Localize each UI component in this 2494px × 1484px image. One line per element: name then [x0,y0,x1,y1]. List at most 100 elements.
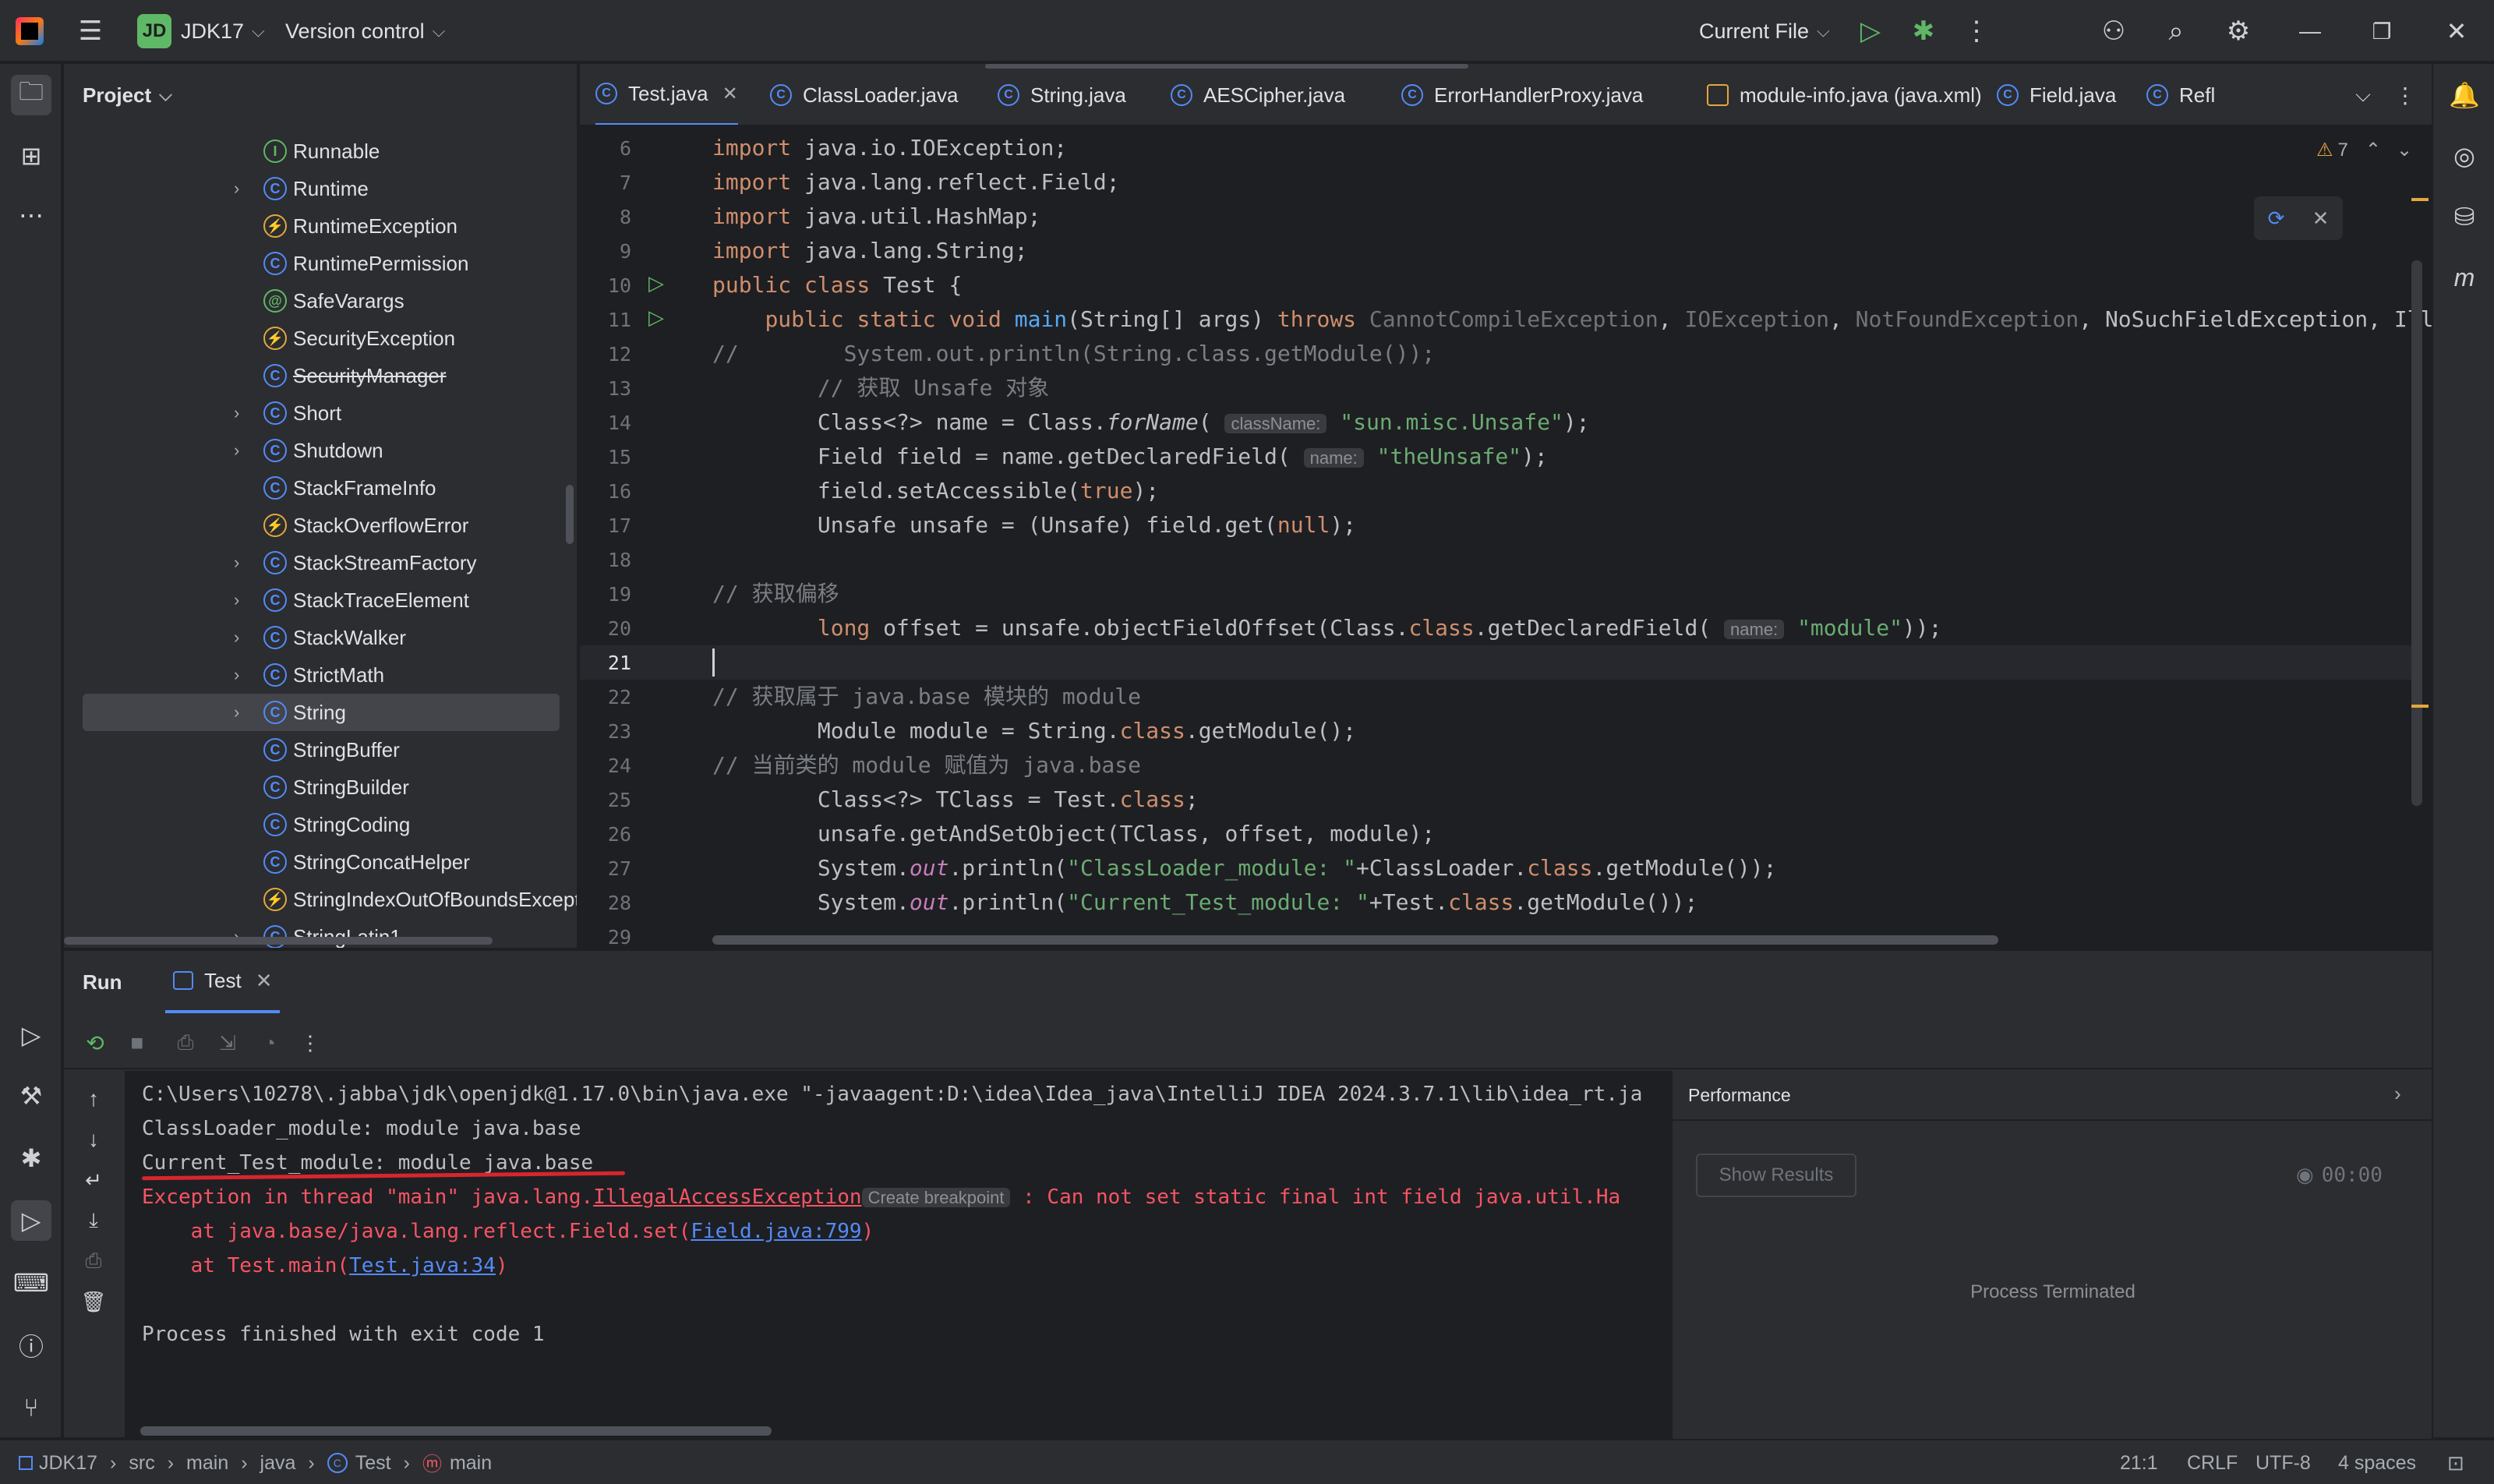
run-config-selector[interactable]: Current File ⌵ [1699,0,1830,62]
app-logo-icon[interactable] [16,0,44,62]
editor-hscrollbar[interactable] [712,935,1998,945]
breadcrumb-item[interactable]: src [129,1452,154,1475]
hamburger-menu-icon[interactable]: ☰ [70,11,111,51]
line-number[interactable]: 12 [580,343,631,366]
inspection-widget[interactable]: ⚠ 7 ⌃ ⌄ [2316,139,2412,161]
tree-item[interactable]: C StringConcatHelper [64,843,577,881]
chevron-right-icon[interactable]: › [234,553,239,573]
close-icon[interactable]: ✕ [722,83,738,105]
code-line[interactable]: unsafe.getAndSetObject(TClass, offset, m… [712,817,1435,851]
chevron-right-icon[interactable]: › [234,627,239,648]
code-line[interactable]: // 获取 Unsafe 对象 [712,371,1049,405]
problems-tool-icon[interactable]: ⓘ [11,1325,51,1366]
line-number[interactable]: 15 [580,446,631,468]
console-hscrollbar[interactable] [140,1426,772,1436]
terminal-tool-icon[interactable]: ⌨ [11,1263,51,1303]
tree-item[interactable]: ⚡ SecurityException [64,320,577,357]
editor-tab[interactable]: C Test.java ✕ [595,64,738,125]
line-number[interactable]: 18 [580,549,631,571]
indent-setting[interactable]: 4 spaces [2338,1440,2416,1484]
settings-icon[interactable]: ⚙ [2218,11,2259,51]
camera-icon[interactable]: ⎙ [165,1023,206,1063]
chevron-down-icon[interactable]: ⌵ [2343,75,2383,115]
code-line[interactable]: long offset = unsafe.objectFieldOffset(C… [712,611,1942,645]
code-line[interactable]: field.setAccessible(true); [712,474,1159,508]
gutter-run-icon[interactable]: ▷ [648,271,664,295]
chevron-right-icon[interactable]: › [234,590,239,610]
more-icon[interactable]: ⋮ [1956,11,1997,51]
editor-tab[interactable]: C Field.java [1997,64,2116,125]
chevron-right-icon[interactable]: › [234,702,239,723]
console-line[interactable]: at java.base/java.lang.reflect.Field.set… [142,1214,874,1249]
code-line[interactable]: public class Test { [712,268,962,302]
line-number[interactable]: 9 [580,240,631,263]
code-line[interactable]: import java.lang.reflect.Field; [712,165,1120,200]
tree-item[interactable]: @ SafeVarargs [64,282,577,320]
debug-icon[interactable]: ✱ [1903,11,1944,51]
editor-tab[interactable]: C ClassLoader.java [770,64,958,125]
line-number[interactable]: 22 [580,686,631,708]
warning-marker[interactable] [2411,705,2429,708]
line-number[interactable]: 26 [580,823,631,846]
chevron-right-icon[interactable]: › [234,665,239,685]
code-line[interactable]: System.out.println("Current_Test_module:… [712,885,1698,920]
console-line[interactable]: at Test.main(Test.java:34) [142,1249,508,1283]
tree-item[interactable]: C SecurityManager [64,357,577,394]
gutter-run-icon[interactable]: ▷ [648,306,664,330]
tree-scrollbar[interactable] [566,485,574,544]
ai-assistant-icon[interactable]: ◎ [2444,136,2485,176]
code-line[interactable]: import java.util.HashMap; [712,200,1040,234]
trash-icon[interactable]: 🗑 [73,1281,114,1322]
code-line[interactable]: System.out.println("ClassLoader_module: … [712,851,1777,885]
tree-item[interactable]: C StringBuffer [64,731,577,768]
chevron-up-icon[interactable]: ⌃ [2365,139,2381,161]
chevron-right-icon[interactable]: › [2394,1082,2401,1106]
breadcrumb-item[interactable]: java [260,1452,296,1475]
profiler-icon[interactable]: ◔ [249,1023,290,1063]
editor-vscrollbar[interactable] [2411,260,2422,806]
restore-icon[interactable]: ❐ [2362,11,2402,51]
close-icon[interactable]: ✕ [256,969,273,993]
code-line[interactable]: import java.lang.String; [712,234,1028,268]
editor-tab[interactable]: C String.java [998,64,1126,125]
console-output[interactable]: C:\Users\10278\.jabba\jdk\openjdk@1.17.0… [125,1071,1683,1439]
line-number[interactable]: 16 [580,480,631,503]
chevron-right-icon[interactable]: › [234,440,239,461]
code-line[interactable]: Module module = String.class.getModule()… [712,714,1356,748]
chevron-right-icon[interactable]: › [234,403,239,423]
breadcrumb-item[interactable]: JDK17 [39,1452,97,1475]
build-tool-icon[interactable]: ⚒ [11,1076,51,1116]
breadcrumb-item[interactable]: main [186,1452,228,1475]
line-number[interactable]: 11 [580,309,631,331]
search-icon[interactable]: ⌕ [2156,11,2196,51]
code-line[interactable]: // 获取偏移 [712,577,839,611]
services-tool-icon[interactable]: ▷ [11,1015,51,1055]
console-line[interactable]: ClassLoader_module: module java.base [142,1111,581,1146]
file-encoding[interactable]: UTF-8 [2256,1440,2311,1484]
soft-wrap-icon[interactable]: ↵ [73,1160,114,1200]
database-icon[interactable]: ⛁ [2444,196,2485,237]
line-number[interactable]: 7 [580,171,631,194]
editor-tab[interactable]: C ErrorHandlerProxy.java [1401,64,1643,125]
tree-item[interactable]: C RuntimePermission [64,245,577,282]
maven-icon[interactable]: m [2444,257,2485,298]
code-line[interactable]: Unsafe unsafe = (Unsafe) field.get(null)… [712,508,1356,542]
arrow-up-icon[interactable]: ↑ [73,1079,114,1119]
structure-tool-icon[interactable]: ⊞ [11,136,51,176]
code-line[interactable]: // System.out.println(String.class.getMo… [712,337,1435,371]
tree-item[interactable]: I Runnable [64,132,577,170]
stop-icon[interactable]: ■ [117,1023,157,1063]
code-line[interactable]: Class<?> TClass = Test.class; [712,783,1199,817]
git-tool-icon[interactable]: ⑂ [11,1387,51,1428]
project-selector[interactable]: JD JDK17 ⌵ [137,0,265,62]
line-number[interactable]: 19 [580,583,631,606]
line-number[interactable]: 6 [580,137,631,160]
line-number[interactable]: 27 [580,857,631,880]
arrow-down-icon[interactable]: ↓ [73,1119,114,1160]
tree-item[interactable]: ⚡ StringIndexOutOfBoundsExcept [64,881,577,918]
warning-marker[interactable] [2411,198,2429,201]
tree-item[interactable]: › C StackTraceElement [64,581,577,619]
more-tools-icon[interactable]: ⋯ [11,195,51,235]
line-separator[interactable]: CRLF [2187,1440,2238,1484]
vcs-selector[interactable]: Version control ⌵ [285,0,445,62]
